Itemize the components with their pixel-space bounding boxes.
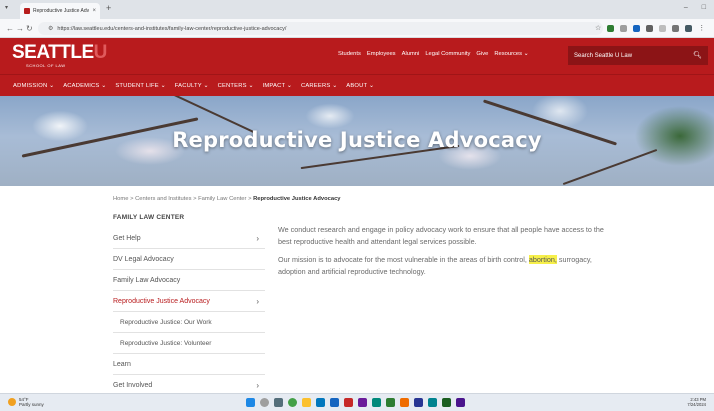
site-logo[interactable]: SEATTLEU <box>12 42 107 64</box>
nav-link-alumni[interactable]: Alumni <box>402 51 420 57</box>
app-icon[interactable] <box>428 398 437 407</box>
breadcrumb-family-law-center[interactable]: Family Law Center <box>198 196 246 202</box>
maximize-button[interactable]: □ <box>702 4 706 11</box>
weather-desc: Partly sunny <box>19 402 44 407</box>
app-icon[interactable] <box>400 398 409 407</box>
hero-branch <box>562 148 658 186</box>
word-icon[interactable] <box>414 398 423 407</box>
sidebar-item-get-help[interactable]: Get Help › <box>113 228 265 249</box>
chrome-icon[interactable] <box>288 398 297 407</box>
logo-subtitle: SCHOOL OF LAW <box>26 63 66 68</box>
intro-paragraph: We conduct research and engage in policy… <box>278 225 604 246</box>
extensions-puzzle-icon[interactable] <box>659 24 667 32</box>
hero-title: Reproductive Justice Advocacy <box>172 128 542 152</box>
site-info-icon[interactable]: ⚙ <box>48 25 53 32</box>
browser-tab[interactable]: Reproductive Justice Advocacy × <box>20 3 100 19</box>
back-icon[interactable]: ← <box>6 24 14 33</box>
site-search-input[interactable]: Search Seattle U Law 🔍︎ <box>568 46 708 65</box>
browser-tab-bar: ▾ Reproductive Justice Advocacy × + – □ <box>0 0 714 19</box>
taskbar-apps <box>246 398 465 407</box>
nav-careers[interactable]: CAREERS ⌄ <box>301 83 337 89</box>
nav-student-life[interactable]: STUDENT LIFE ⌄ <box>115 83 165 89</box>
screen: ▾ Reproductive Justice Advocacy × + – □ … <box>0 0 714 411</box>
extension-icon[interactable] <box>633 24 641 32</box>
sidebar-item-learn[interactable]: Learn <box>113 354 265 375</box>
clock-date: 7/24/2024 <box>687 402 706 407</box>
reload-icon[interactable]: ↻ <box>26 24 33 33</box>
address-bar[interactable]: ⚙ https://law.seattleu.edu/centers-and-i… <box>38 22 603 35</box>
sidebar-icon[interactable] <box>672 24 680 32</box>
app-icon[interactable] <box>442 398 451 407</box>
breadcrumb-home[interactable]: Home <box>113 196 128 202</box>
search-icon[interactable]: 🔍︎ <box>693 51 702 59</box>
nav-admission[interactable]: ADMISSION ⌄ <box>13 83 54 89</box>
sidebar-item-reproductive-justice-advocacy[interactable]: Reproductive Justice Advocacy › <box>113 291 265 312</box>
chevron-right-icon[interactable]: › <box>256 297 259 306</box>
outlook-icon[interactable] <box>330 398 339 407</box>
highlighted-text: abortion, <box>528 255 557 264</box>
nav-link-legal-community[interactable]: Legal Community <box>425 51 470 57</box>
excel-icon[interactable] <box>386 398 395 407</box>
nav-link-resources[interactable]: Resources ⌄ <box>494 51 528 57</box>
nav-link-give[interactable]: Give <box>476 51 488 57</box>
nav-centers[interactable]: CENTERS ⌄ <box>218 83 254 89</box>
nav-faculty[interactable]: FACULTY ⌄ <box>175 83 209 89</box>
chevron-right-icon[interactable]: › <box>256 234 259 243</box>
profile-icon[interactable] <box>685 24 693 32</box>
breadcrumb-current: Reproductive Justice Advocacy <box>253 196 341 202</box>
sidebar-heading: FAMILY LAW CENTER <box>113 214 185 221</box>
nav-about[interactable]: ABOUT ⌄ <box>346 83 374 89</box>
minimize-button[interactable]: – <box>684 4 688 11</box>
browser-toolbar: ← → ↻ ⚙ https://law.seattleu.edu/centers… <box>0 19 714 38</box>
main-navigation: ADMISSION ⌄ ACADEMICS ⌄ STUDENT LIFE ⌄ F… <box>0 74 714 96</box>
breadcrumb-centers[interactable]: Centers and Institutes <box>135 196 191 202</box>
app-icon[interactable] <box>372 398 381 407</box>
forward-icon[interactable]: → <box>16 24 24 33</box>
start-icon[interactable] <box>246 398 255 407</box>
hero-banner: Reproductive Justice Advocacy <box>0 96 714 186</box>
favicon-icon <box>24 8 30 14</box>
tab-title: Reproductive Justice Advocacy <box>33 8 90 14</box>
utility-nav: Students Employees Alumni Legal Communit… <box>338 51 529 57</box>
extension-icon[interactable] <box>620 24 628 32</box>
task-view-icon[interactable] <box>274 398 283 407</box>
edge-icon[interactable] <box>316 398 325 407</box>
new-tab-button[interactable]: + <box>106 3 111 13</box>
file-explorer-icon[interactable] <box>302 398 311 407</box>
extension-icons: ☆ ⋮ <box>595 24 705 32</box>
sidebar-item-rj-our-work[interactable]: Reproductive Justice: Our Work <box>113 312 265 333</box>
sidebar-item-rj-volunteer[interactable]: Reproductive Justice: Volunteer <box>113 333 265 354</box>
weather-sun-icon <box>8 398 16 406</box>
breadcrumb: Home > Centers and Institutes > Family L… <box>113 196 341 202</box>
chevron-right-icon[interactable]: › <box>256 381 259 390</box>
sidebar-item-family-law-advocacy[interactable]: Family Law Advocacy <box>113 270 265 291</box>
search-label: Search Seattle U Law <box>574 52 633 59</box>
site-header: SEATTLEU SCHOOL OF LAW Students Employee… <box>0 38 714 74</box>
nav-impact[interactable]: IMPACT ⌄ <box>263 83 292 89</box>
extension-icon[interactable] <box>646 24 654 32</box>
main-content: We conduct research and engage in policy… <box>278 224 618 284</box>
os-taskbar: 54°F Partly sunny 2:43 PM 7/24/2024 <box>0 393 714 411</box>
menu-dots-icon[interactable]: ⋮ <box>698 24 705 32</box>
bookmark-star-icon[interactable]: ☆ <box>595 24 601 32</box>
nav-academics[interactable]: ACADEMICS ⌄ <box>63 83 106 89</box>
system-clock[interactable]: 2:43 PM 7/24/2024 <box>687 397 706 407</box>
mission-paragraph: Our mission is to advocate for the most … <box>278 255 592 276</box>
search-icon[interactable] <box>260 398 269 407</box>
teams-icon[interactable] <box>358 398 367 407</box>
app-icon[interactable] <box>456 398 465 407</box>
weather-widget[interactable]: 54°F Partly sunny <box>8 397 44 407</box>
sidebar-nav: FAMILY LAW CENTER Get Help › DV Legal Ad… <box>113 214 265 396</box>
app-icon[interactable] <box>344 398 353 407</box>
nav-link-employees[interactable]: Employees <box>367 51 396 57</box>
sidebar-item-dv-legal-advocacy[interactable]: DV Legal Advocacy <box>113 249 265 270</box>
window-controls: – □ <box>684 4 706 11</box>
url-text: https://law.seattleu.edu/centers-and-ins… <box>57 25 287 32</box>
tab-menu-icon[interactable]: ▾ <box>5 4 8 11</box>
extension-icon[interactable] <box>607 24 615 32</box>
tab-close-icon[interactable]: × <box>92 8 100 14</box>
nav-link-students[interactable]: Students <box>338 51 361 57</box>
